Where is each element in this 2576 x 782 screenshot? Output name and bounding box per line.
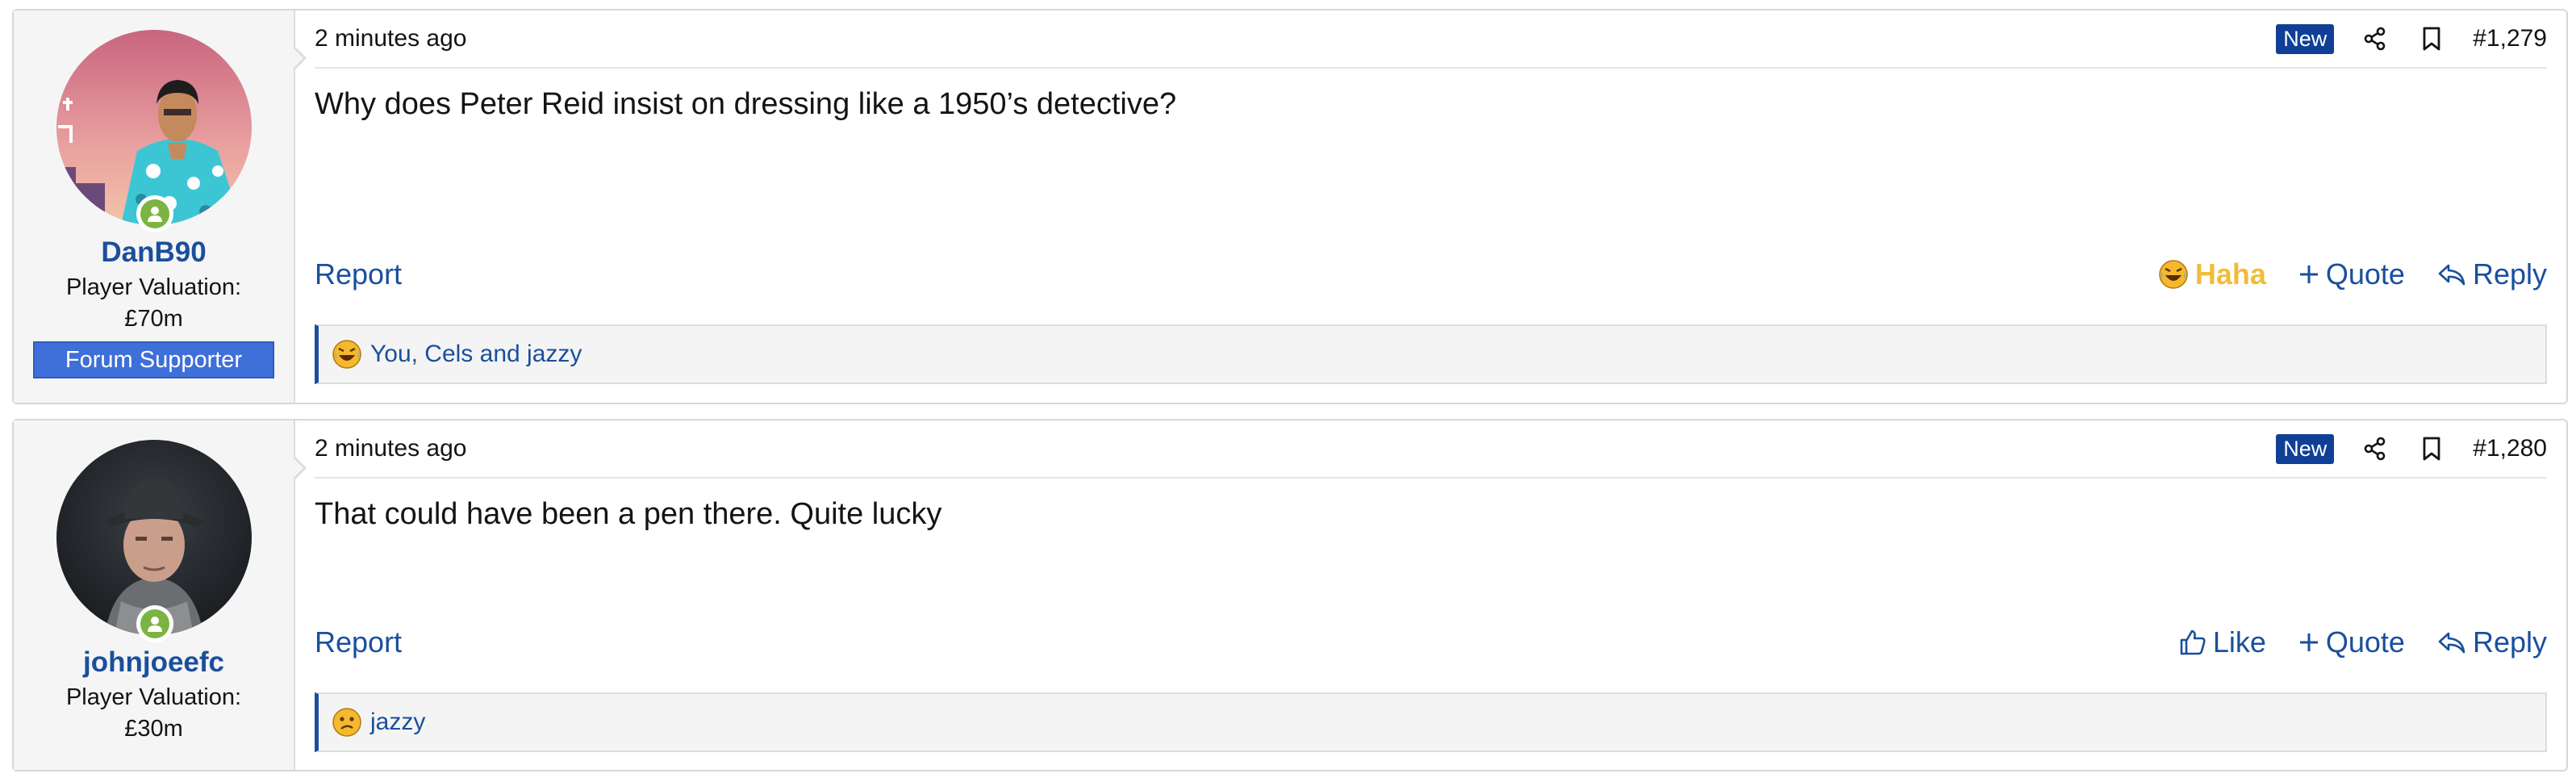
post-actions: Report Haha Quote Reply [315,257,2547,291]
report-link[interactable]: Report [315,257,402,291]
post-header-actions: New #1,280 [2276,433,2547,464]
new-badge: New [2276,23,2335,54]
post-actions-right: Haha Quote Reply [2126,257,2547,291]
haha-label: Haha [2194,257,2266,291]
bookmark-icon[interactable] [2416,433,2447,464]
user-cell: DanB90 Player Valuation: £70m Forum Supp… [14,10,307,403]
reply-icon [2438,264,2465,286]
share-icon[interactable] [2360,23,2390,54]
quote-button[interactable]: Quote [2298,257,2405,291]
report-link[interactable]: Report [315,625,402,659]
valuation-label: Player Valuation: [65,274,242,300]
haha-reaction-button[interactable]: Haha [2158,257,2266,291]
username[interactable]: DanB90 [101,236,206,269]
player-valuation: Player Valuation: £70m [66,272,241,335]
post-number[interactable]: #1,279 [2473,25,2547,52]
like-button[interactable]: Like [2179,625,2266,659]
confused-emoji-icon [332,707,362,738]
plus-icon [2299,634,2318,651]
post-main: 2 minutes ago New #1,279 Why does Peter … [295,10,2566,403]
reactions-bar: You, Cels and jazzy [315,324,2547,384]
quote-label: Quote [2325,625,2405,659]
post-time[interactable]: 2 minutes ago [315,435,466,462]
username[interactable]: johnjoeefc [83,646,224,679]
post-1280: johnjoeefc Player Valuation: £30m 2 minu… [12,419,2568,772]
post-body: That could have been a pen there. Quite … [315,497,942,531]
post-header: 2 minutes ago New #1,280 [315,420,2547,479]
post-actions: Report Like Quote Reply [315,625,2547,659]
valuation-value: £70m [124,306,183,332]
laughing-emoji-icon [2159,260,2188,289]
post-time[interactable]: 2 minutes ago [315,25,466,52]
post-header-actions: New #1,279 [2276,23,2547,54]
reactions-bar: jazzy [315,692,2547,752]
like-label: Like [2212,625,2266,659]
reactions-users-link[interactable]: jazzy [370,709,425,736]
online-status-icon [136,195,173,232]
post-header: 2 minutes ago New #1,279 [315,10,2547,69]
reactions-users-link[interactable]: You, Cels and jazzy [370,341,582,368]
thumbs-up-icon [2180,629,2206,655]
valuation-value: £30m [124,716,183,742]
post-actions-right: Like Quote Reply [2147,625,2547,659]
new-badge: New [2276,433,2335,464]
reply-icon [2438,632,2465,654]
user-banner: Forum Supporter [33,341,274,378]
bookmark-icon[interactable] [2416,23,2447,54]
reply-label: Reply [2472,625,2547,659]
share-icon[interactable] [2360,433,2390,464]
quote-label: Quote [2325,257,2405,291]
online-status-icon [136,605,173,642]
post-main: 2 minutes ago New #1,280 That could have… [295,420,2566,770]
post-number[interactable]: #1,280 [2473,435,2547,462]
player-valuation: Player Valuation: £30m [66,682,241,745]
laughing-emoji-icon [332,339,362,370]
reply-label: Reply [2472,257,2547,291]
avatar[interactable] [56,440,252,642]
reply-button[interactable]: Reply [2437,257,2547,291]
quote-button[interactable]: Quote [2298,625,2405,659]
valuation-label: Player Valuation: [65,684,242,710]
user-cell: johnjoeefc Player Valuation: £30m [14,420,307,770]
avatar[interactable] [56,30,252,232]
plus-icon [2299,266,2318,283]
reply-button[interactable]: Reply [2437,625,2547,659]
post-body: Why does Peter Reid insist on dressing l… [315,87,1177,121]
post-1279: DanB90 Player Valuation: £70m Forum Supp… [12,9,2568,404]
